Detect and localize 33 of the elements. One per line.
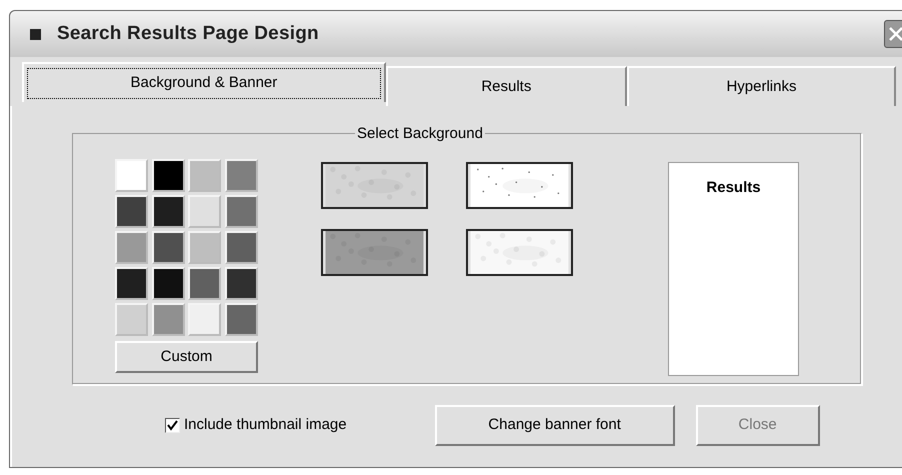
color-swatch[interactable]	[224, 303, 258, 336]
color-swatch[interactable]	[115, 159, 148, 192]
custom-button[interactable]: Custom	[115, 341, 258, 373]
color-swatch[interactable]	[152, 303, 184, 336]
window-menu-icon[interactable]	[30, 28, 41, 40]
preview-title: Results	[706, 178, 761, 195]
window-title: Search Results Page Design	[57, 22, 319, 46]
tab[interactable]: Hyperlinks	[626, 66, 896, 106]
checkbox-label: Include thumbnail image	[184, 415, 347, 436]
change-font-button[interactable]: Change banner font	[434, 405, 675, 446]
color-swatch[interactable]	[188, 159, 221, 192]
color-swatch[interactable]	[188, 195, 221, 228]
color-swatch[interactable]	[188, 231, 221, 264]
color-swatch[interactable]	[224, 159, 258, 192]
color-swatch[interactable]	[152, 159, 184, 192]
color-swatch[interactable]	[115, 195, 148, 228]
tab[interactable]: Background & Banner	[22, 62, 386, 102]
color-swatch[interactable]	[224, 231, 258, 264]
color-swatch[interactable]	[115, 303, 148, 336]
color-swatch[interactable]	[224, 267, 258, 300]
color-swatch[interactable]	[224, 195, 258, 228]
color-swatch[interactable]	[115, 231, 148, 264]
color-swatch[interactable]	[152, 195, 184, 228]
color-swatch[interactable]	[188, 303, 221, 336]
check-icon	[167, 420, 178, 431]
color-swatch[interactable]	[152, 231, 184, 264]
color-swatch[interactable]	[188, 267, 221, 300]
close-icon	[888, 26, 902, 42]
tab[interactable]: Results	[386, 66, 627, 106]
close-button[interactable]	[884, 20, 902, 48]
checkbox[interactable]	[165, 418, 180, 433]
color-swatch[interactable]	[152, 267, 184, 300]
color-swatch[interactable]	[115, 267, 148, 300]
